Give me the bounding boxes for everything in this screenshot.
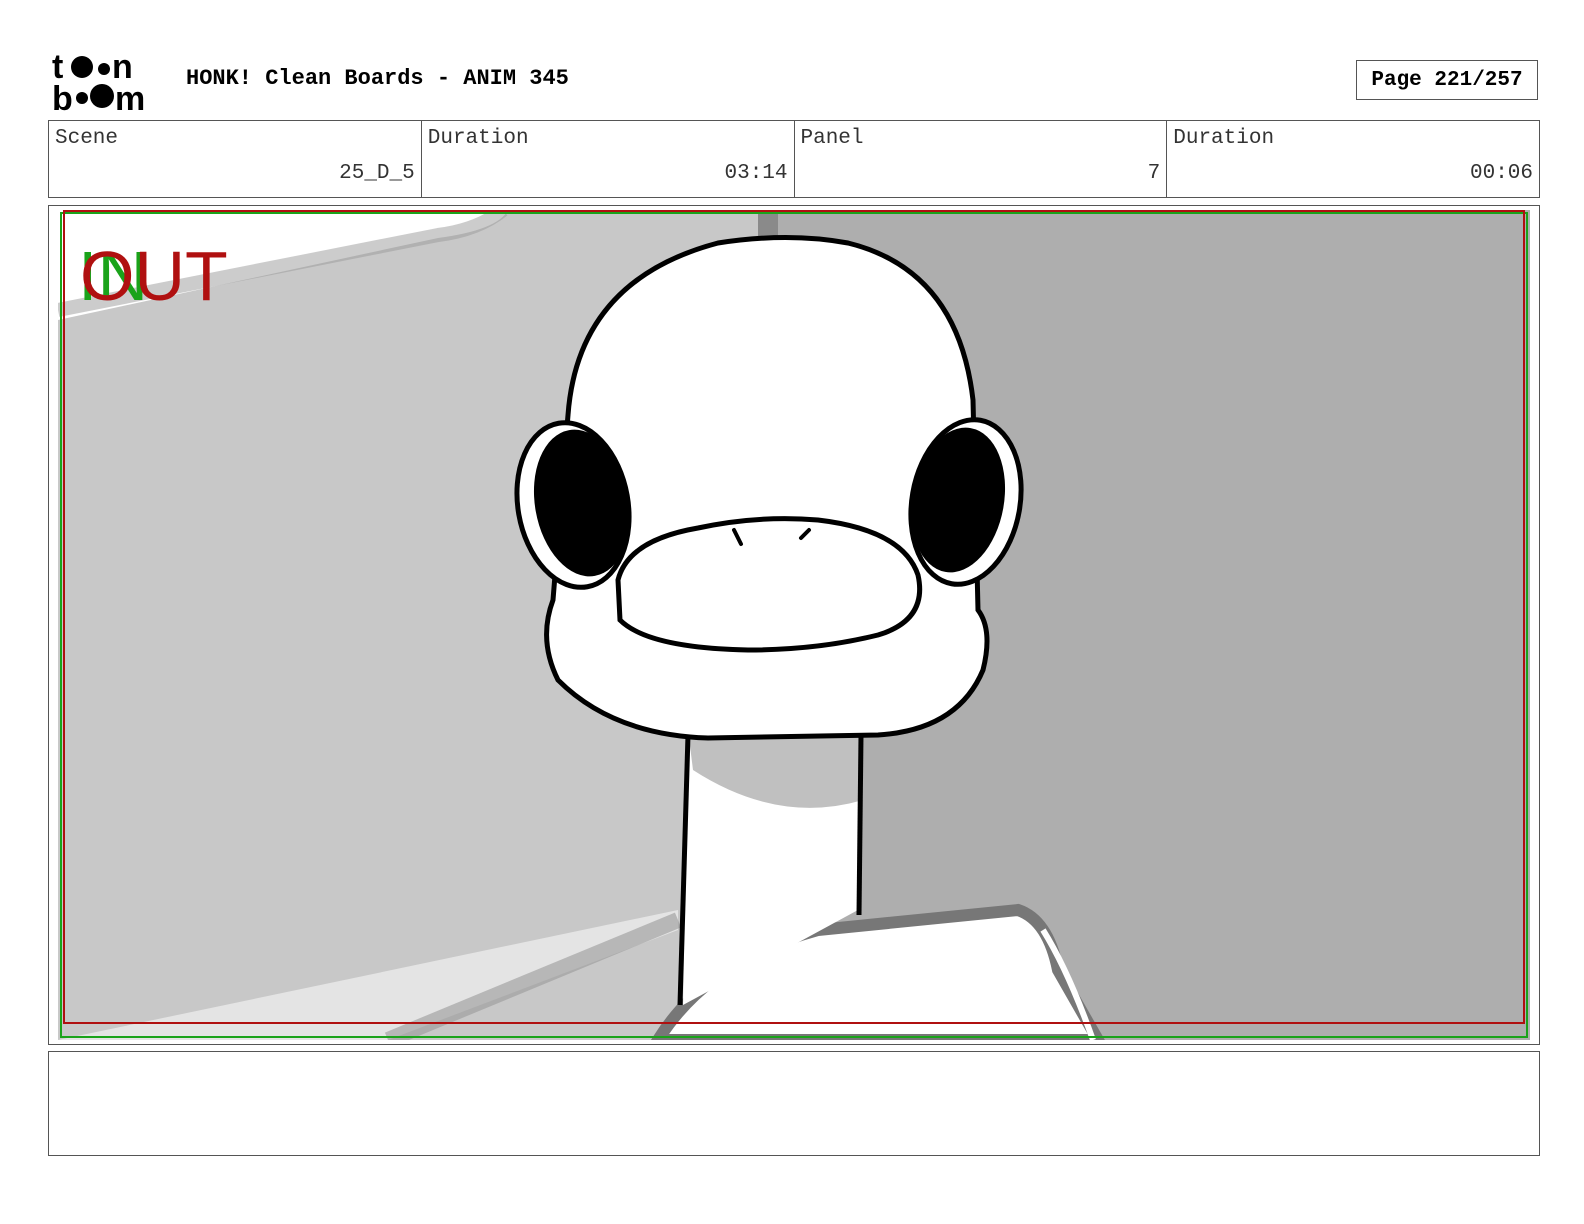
- svg-text:b: b: [52, 80, 73, 112]
- panel-value: 7: [1147, 162, 1161, 185]
- scene-value: 25_D_5: [339, 162, 415, 185]
- panel-label: Panel: [800, 127, 864, 150]
- panel-duration-label: Duration: [1173, 127, 1275, 150]
- scene-duration-label: Duration: [427, 127, 529, 150]
- character-beak: [615, 516, 923, 653]
- panel-cell: Panel 7: [795, 121, 1168, 197]
- panel-notes-box[interactable]: [48, 1051, 1540, 1156]
- out-marker: OUT: [80, 237, 228, 315]
- document-title: HONK! Clean Boards - ANIM 345: [186, 66, 569, 91]
- svg-text:m: m: [115, 80, 145, 112]
- panel-duration-value: 00:06: [1469, 162, 1533, 185]
- page-indicator: Page 221/257: [1356, 60, 1538, 100]
- scene-label: Scene: [55, 127, 119, 150]
- scene-cell: Scene 25_D_5: [49, 121, 422, 197]
- storyboard-panel-art: IN OUT: [58, 210, 1530, 1040]
- neck-outline-right: [856, 734, 864, 916]
- scene-duration-value: 03:14: [724, 162, 788, 185]
- panel-duration-cell: Duration 00:06: [1167, 121, 1539, 197]
- scene-info-table: Scene 25_D_5 Duration 03:14 Panel 7 Dura…: [48, 120, 1540, 198]
- toon-boom-logo: t n b m: [52, 50, 145, 112]
- scene-duration-cell: Duration 03:14: [422, 121, 795, 197]
